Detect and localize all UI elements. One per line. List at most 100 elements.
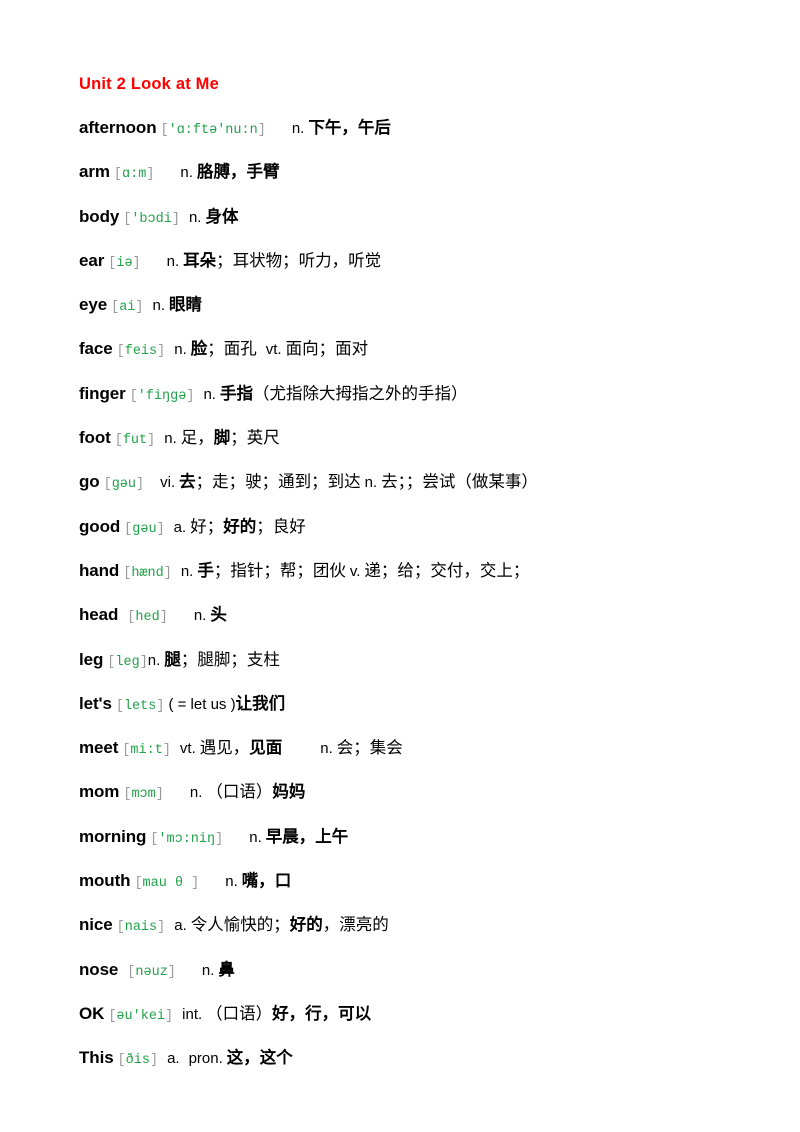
phonetic-eye: [ai] [111, 300, 144, 316]
pos-hand: n. [180, 562, 194, 580]
definition-meet-pre: 遇见， [199, 738, 250, 758]
vocab-entry-eye: eye [ai] n. 眼睛 [79, 293, 779, 320]
definition-nice-primary: 好的 [289, 915, 323, 935]
definition-go-primary: 去 [179, 472, 196, 492]
definition-lets: 让我们 [235, 693, 286, 713]
pos2-meet: n. [320, 740, 333, 758]
pos2-this: pron. [188, 1050, 223, 1068]
phonetic-good: [gəu] [124, 521, 165, 537]
word-foot: foot [79, 428, 111, 448]
definition-mom-pre: （口语） [206, 782, 273, 802]
definition-ear-secondary: ；耳状物；听力，听觉 [216, 250, 382, 270]
word-morning: morning [79, 826, 147, 846]
definition-leg-secondary: ；腿脚；支柱 [180, 649, 280, 669]
definition-nose: 鼻 [218, 959, 235, 979]
phonetic-mouth: [mau θ ] [134, 876, 200, 892]
vocab-entry-ear: ear [iə] n. 耳朵；耳状物；听力，听觉 [79, 249, 779, 276]
phonetic-meet: [mi:t] [122, 743, 171, 759]
word-hand: hand [79, 560, 120, 580]
document-content: Unit 2 Look at Me afternoon ['ɑ:ftə'nu:n]… [79, 74, 779, 1091]
definition-leg-primary: 腿 [164, 649, 181, 669]
phonetic-nice: [nais] [116, 920, 166, 936]
vocab-entry-meet: meet [mi:t] vt. 遇见，见面 n. 会；集会 [79, 736, 779, 763]
word-go: go [79, 472, 100, 492]
definition-arm: 胳膊，手臂 [196, 162, 280, 182]
vocab-entry-leg: leg [leg]n. 腿；腿脚；支柱 [79, 648, 779, 675]
phonetic-this: [ðis] [117, 1053, 159, 1069]
definition-nice-pre: 令人愉快的； [190, 915, 290, 935]
pos-meet: vt. [179, 740, 196, 758]
definition-head: 头 [210, 605, 227, 625]
phonetic-leg: [leg] [107, 654, 148, 670]
pos-leg: n. [147, 651, 161, 669]
word-finger: finger [79, 383, 126, 403]
definition-face-tertiary: 面向；面对 [285, 339, 369, 359]
phonetic-morning: ['mɔ:niŋ] [150, 831, 224, 847]
word-lets: let's [79, 693, 112, 713]
vocab-entry-ok: OK [əu'kei] int. （口语）好，行，可以 [79, 1002, 779, 1029]
pos-mouth: n. [225, 873, 238, 891]
definition-meet-secondary: 会；集会 [336, 738, 403, 758]
pos-eye: n. [152, 297, 166, 315]
pos-head: n. [193, 607, 207, 625]
definition-foot-secondary: ；英尺 [230, 428, 280, 448]
vocab-entry-afternoon: afternoon ['ɑ:ftə'nu:n] n. 下午，午后 [79, 116, 779, 143]
vocab-entry-this: This [ðis] a. pron. 这，这个 [79, 1046, 779, 1073]
vocab-entry-arm: arm [ɑ:m] n. 胳膊，手臂 [79, 160, 779, 187]
phonetic-lets: [lets] [115, 698, 165, 714]
vocab-entry-foot: foot [fut] n. 足，脚；英尺 [79, 426, 779, 453]
definition-hand-primary: 手 [197, 560, 214, 580]
definition-meet-primary: 见面 [249, 738, 283, 758]
definition-finger-secondary: （尤指除大拇指之外的手指） [252, 383, 468, 403]
pos2-hand: v. [349, 562, 361, 580]
vocab-entry-hand: hand [hænd] n. 手；指针；帮；团伙 v. 递；给；交付，交上； [79, 559, 779, 586]
definition-ok-primary: 好，行，可以 [272, 1003, 372, 1023]
phonetic-foot: [fut] [114, 433, 156, 449]
definition-good-secondary: ；良好 [256, 516, 306, 536]
definition-eye: 眼睛 [169, 295, 203, 315]
vocab-entry-lets: let's [lets]( = let us )让我们 [79, 692, 779, 719]
pos-face: n. [174, 341, 187, 359]
phonetic-ear: [iə] [108, 255, 141, 271]
document-page: Unit 2 Look at Me afternoon ['ɑ:ftə'nu:n]… [0, 0, 800, 1132]
definition-face-primary: 脸 [190, 339, 208, 359]
definition-body: 身体 [205, 206, 239, 226]
pos-good: a. [173, 518, 187, 536]
definition-mouth: 嘴，口 [241, 871, 292, 891]
vocab-entry-good: good [gəu] a. 好；好的；良好 [79, 515, 779, 542]
word-body: body [79, 206, 120, 226]
definition-nice-secondary: ，漂亮的 [322, 915, 389, 935]
word-eye: eye [79, 295, 108, 315]
definition-ok-pre: （口语） [206, 1003, 273, 1023]
page-title: Unit 2 Look at Me [79, 75, 219, 93]
phonetic-body: ['bɔdi] [123, 211, 180, 227]
pos-arm: n. [180, 164, 193, 182]
vocab-entry-face: face [feis] n. 脸；面孔 vt. 面向；面对 [79, 337, 779, 364]
word-meet: meet [79, 738, 119, 758]
definition-hand-tertiary: 递；给；交付，交上； [364, 560, 530, 580]
phonetic-nose: [nəuz] [127, 964, 176, 980]
vocab-entry-nose: nose [nəuz] n. 鼻 [79, 958, 779, 985]
vocab-entry-nice: nice [nais] a. 令人愉快的；好的，漂亮的 [79, 913, 779, 940]
pos-mom: n. [189, 784, 203, 802]
word-this: This [79, 1048, 114, 1068]
word-face: face [79, 339, 113, 359]
word-head: head [79, 605, 119, 625]
phonetic-head: [hed] [127, 610, 168, 626]
definition-finger-primary: 手指 [219, 383, 253, 403]
definition-good-primary: 好的 [223, 516, 257, 536]
pos-ok: int. [182, 1005, 203, 1023]
pos-morning: n. [249, 828, 262, 846]
pos-afternoon: n. [291, 120, 305, 137]
word-nice: nice [79, 915, 113, 935]
definition-this: 这，这个 [226, 1048, 293, 1068]
phonetic-afternoon: ['ɑ:ftə'nu:n] [160, 123, 266, 138]
word-arm: arm [79, 162, 110, 182]
phonetic-hand: [hænd] [123, 565, 172, 581]
definition-ear-primary: 耳朵 [183, 250, 217, 270]
word-ear: ear [79, 250, 105, 270]
pos2-face: vt. [265, 341, 282, 359]
word-mom: mom [79, 782, 120, 802]
phonetic-go: [gəu] [103, 477, 145, 493]
pos-nose: n. [201, 961, 215, 979]
